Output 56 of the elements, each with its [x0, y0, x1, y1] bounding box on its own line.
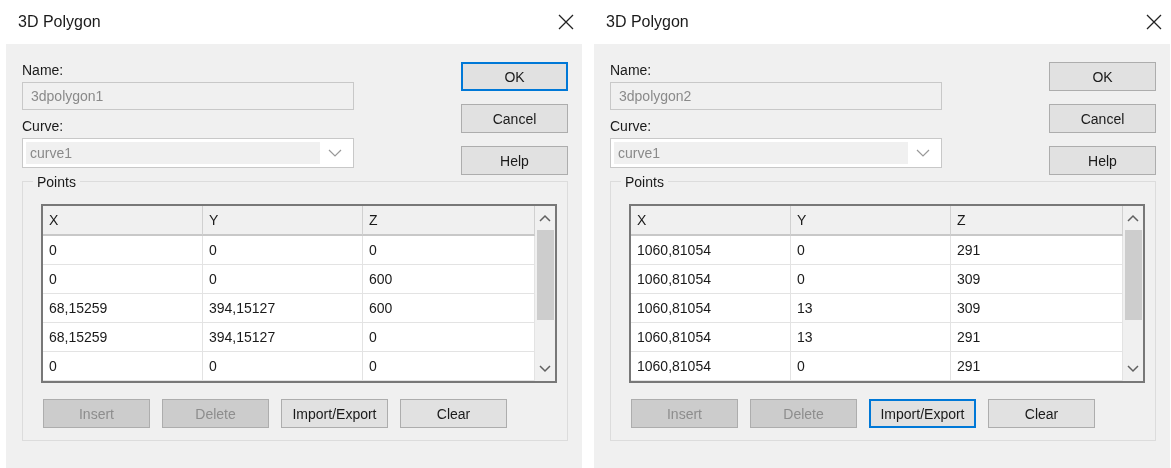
table-cell: 1060,81054: [631, 323, 791, 352]
group-title: Points: [621, 174, 668, 190]
dialog-button[interactable]: OK: [461, 62, 568, 91]
scroll-thumb[interactable]: [1124, 230, 1142, 320]
table-cell: 1060,81054: [631, 236, 791, 265]
table-cell: 0: [791, 265, 951, 294]
scroll-thumb[interactable]: [536, 230, 554, 320]
dialog-button[interactable]: OK: [1049, 62, 1156, 91]
table-cell: 0: [791, 352, 951, 381]
scroll-down-icon[interactable]: [1127, 365, 1139, 373]
field-label: Name:: [22, 62, 65, 78]
table-cell: 1060,81054: [631, 294, 791, 323]
dialog-button[interactable]: Clear: [988, 399, 1095, 428]
table-cell: 1060,81054: [631, 352, 791, 381]
window-title: 3D Polygon: [606, 13, 689, 31]
group-title: Points: [33, 174, 80, 190]
field-label: Curve:: [22, 118, 65, 134]
table-cell: 0: [203, 352, 363, 381]
table-cell: 0: [43, 352, 203, 381]
chevron-down-icon: [916, 149, 930, 157]
dialog-button[interactable]: Clear: [400, 399, 507, 428]
dialog-button[interactable]: Cancel: [1049, 104, 1156, 133]
table-cell: 68,15259: [43, 323, 203, 352]
table-cell: 0: [791, 236, 951, 265]
scrollbar[interactable]: [1123, 206, 1143, 381]
table-cell: 0: [43, 265, 203, 294]
scrollbar[interactable]: [535, 206, 555, 381]
window-title: 3D Polygon: [18, 13, 101, 31]
column-header[interactable]: Y: [203, 206, 363, 236]
dialog-button[interactable]: Help: [1049, 146, 1156, 175]
dialog-button[interactable]: Import/Export: [281, 399, 388, 428]
dialog-button[interactable]: Cancel: [461, 104, 568, 133]
column-header[interactable]: Z: [951, 206, 1123, 236]
table-cell: 13: [791, 323, 951, 352]
column-header[interactable]: Y: [791, 206, 951, 236]
chevron-down-icon: [328, 149, 342, 157]
close-icon[interactable]: [1146, 14, 1162, 30]
table-cell: 394,15127: [203, 323, 363, 352]
column-header[interactable]: X: [631, 206, 791, 236]
table-cell: 394,15127: [203, 294, 363, 323]
table-cell: 0: [43, 236, 203, 265]
table-cell: 13: [791, 294, 951, 323]
dialog-button[interactable]: Help: [461, 146, 568, 175]
column-header[interactable]: X: [43, 206, 203, 236]
dialog-button[interactable]: Import/Export: [869, 399, 976, 428]
table-cell: 68,15259: [43, 294, 203, 323]
scroll-down-icon[interactable]: [539, 365, 551, 373]
field-label: Curve:: [610, 118, 653, 134]
scroll-up-icon[interactable]: [539, 214, 551, 222]
table-cell: 0: [203, 265, 363, 294]
table-cell: 0: [203, 236, 363, 265]
close-icon[interactable]: [558, 14, 574, 30]
scroll-up-icon[interactable]: [1127, 214, 1139, 222]
column-header[interactable]: Z: [363, 206, 535, 236]
table-cell: 1060,81054: [631, 265, 791, 294]
field-label: Name:: [610, 62, 653, 78]
